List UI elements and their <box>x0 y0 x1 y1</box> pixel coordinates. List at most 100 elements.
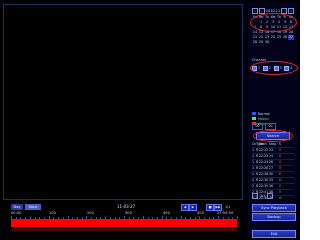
ruler-tick <box>204 217 205 219</box>
ruler-tick <box>138 217 139 219</box>
backup-button[interactable]: Backup <box>252 213 296 221</box>
fast-forward-icon[interactable]: ▶▶ <box>214 204 222 211</box>
highlight-oval <box>250 61 298 75</box>
prev-icon[interactable]: ◀ <box>181 204 189 211</box>
cell: R <box>279 184 282 188</box>
ruler-tick <box>76 217 78 219</box>
cell: 27 <box>269 166 274 170</box>
cell: 30 <box>269 172 274 176</box>
ruler-tick <box>86 216 87 219</box>
stop-icon[interactable]: ■ <box>206 204 214 211</box>
cell: 22:24 <box>259 160 269 164</box>
cell: 22:26 <box>259 166 269 170</box>
legend-label: Motion <box>258 116 269 121</box>
exit-button[interactable]: Exit <box>252 230 296 238</box>
next-page-icon[interactable]: › <box>267 193 274 199</box>
tab-day[interactable]: Day <box>11 204 23 210</box>
ruler-tick <box>11 216 12 219</box>
day-cell[interactable] <box>288 40 294 45</box>
ruler-tick <box>29 216 31 219</box>
next-year-icon[interactable]: » <box>288 8 295 14</box>
table-row[interactable]: 1 R 22:24 26 R <box>252 159 294 165</box>
prev-page-icon[interactable]: ‹ <box>252 193 258 199</box>
page-indicator: 1/1 <box>260 194 266 198</box>
cell: 22:35 <box>259 184 269 188</box>
ruler-tick <box>166 217 167 219</box>
tab-hour[interactable]: Hour <box>25 204 41 210</box>
cell: 26 <box>269 160 274 164</box>
cell: R <box>279 148 282 152</box>
ruler-tick <box>161 216 163 219</box>
ruler-tick <box>222 217 224 219</box>
cell: 22:30 <box>259 178 269 182</box>
ruler-tick <box>128 217 130 219</box>
cell: 36 <box>269 184 274 188</box>
start-time-field[interactable]: 00 <box>252 123 263 130</box>
table-row[interactable]: 1 R 22:26 27 R <box>252 165 294 171</box>
ruler-tick <box>185 217 186 219</box>
ruler-tick <box>53 217 54 219</box>
table-pager: ‹ 1/1 › <box>252 193 294 199</box>
play-icon[interactable]: ▶ <box>189 204 197 211</box>
ruler-tick <box>175 217 177 219</box>
highlight-oval <box>250 13 297 32</box>
ruler-tick <box>124 216 125 219</box>
ruler-tick <box>81 217 83 219</box>
ruler-tick <box>199 216 200 219</box>
cell: 24 <box>269 154 274 158</box>
ruler-tick <box>152 217 153 219</box>
ruler-tick <box>119 217 120 219</box>
search-time-range: 00 00 <box>252 123 294 130</box>
ruler-tick <box>171 217 172 219</box>
ruler-tick <box>237 216 238 219</box>
prev-year-icon[interactable]: « <box>252 8 258 14</box>
ruler-tick <box>95 217 97 219</box>
table-row[interactable]: 2 R 22:30 33 G <box>252 177 294 183</box>
sync-playback-button[interactable]: Sync Playback <box>252 204 296 212</box>
right-panel: « ‹ 2010-11 › » Su Mo Tu We Th Fr Sa 1 2 <box>248 2 298 238</box>
table-row[interactable]: 1 R 22:22 23 R <box>252 147 294 153</box>
ruler-tick <box>48 216 50 219</box>
ruler-tick <box>114 217 116 219</box>
table-row[interactable]: 1 R 22:23 24 R <box>252 153 294 159</box>
cell: R <box>279 172 282 176</box>
ruler-tick <box>142 216 144 219</box>
ruler-tick <box>213 217 214 219</box>
ruler-label: 400 <box>163 211 170 215</box>
cell: 22:22 <box>259 148 269 152</box>
ruler-tick <box>15 217 17 219</box>
ruler-tick <box>218 216 219 219</box>
ruler-label: 200 <box>87 211 94 215</box>
cell: 22:23 <box>259 154 269 158</box>
table-row[interactable]: 2 R 22:28 30 R <box>252 171 294 177</box>
cell: R <box>279 166 282 170</box>
ruler-tick <box>39 217 40 219</box>
zoom-level: 1/1 <box>225 205 231 209</box>
ruler-tick <box>43 217 45 219</box>
timeline-panel: Day Hour 11-03-27 ◀ ▶ ■ ▶▶ 1/1 00:00 100… <box>3 200 241 238</box>
recording-bar[interactable] <box>11 220 237 227</box>
col-header: S <box>279 142 282 146</box>
video-viewer[interactable] <box>3 4 243 200</box>
ruler-label: 100 <box>49 211 56 215</box>
ruler-tick <box>58 217 59 219</box>
ruler-tick <box>189 217 191 219</box>
recording-subbar <box>11 229 237 231</box>
end-time-field[interactable]: 00 <box>265 123 276 130</box>
table-row[interactable]: 2 R 22:35 36 R <box>252 183 294 189</box>
ruler-tick <box>91 217 92 219</box>
ruler-tick <box>194 217 196 219</box>
cell: 33 <box>269 178 274 182</box>
ruler-tick <box>232 217 233 219</box>
highlight-oval <box>253 130 293 142</box>
ruler-tick <box>20 217 21 219</box>
ruler-tick <box>147 217 149 219</box>
cell: 22:28 <box>259 172 269 176</box>
ruler-label: 300 <box>125 211 132 215</box>
ruler-tick <box>109 217 111 219</box>
cell: G <box>279 178 282 182</box>
col-header: Start <box>259 142 267 146</box>
dvr-playback-window: « ‹ 2010-11 › » Su Mo Tu We Th Fr Sa 1 2 <box>0 0 300 240</box>
ruler-tick <box>62 217 64 219</box>
ruler-tick <box>156 217 158 219</box>
